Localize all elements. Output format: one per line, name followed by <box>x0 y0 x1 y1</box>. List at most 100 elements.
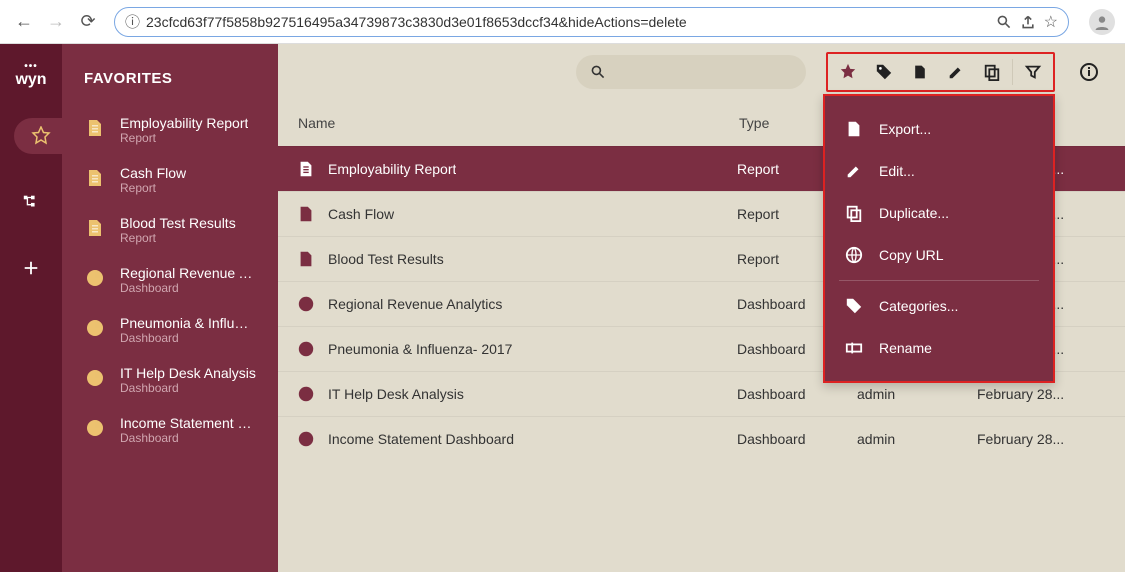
address-bar[interactable]: ⓘ 23cfcd63f77f5858b927516495a34739873c38… <box>114 7 1069 37</box>
sidebar-item[interactable]: Income Statement Dashbo... Dashboard <box>62 405 278 455</box>
sidebar-item-label: IT Help Desk Analysis <box>120 365 256 381</box>
report-icon <box>296 249 316 269</box>
sidebar-title: FAVORITES <box>62 62 278 105</box>
row-name: Cash Flow <box>328 206 394 222</box>
sidebar-item-type: Dashboard <box>120 331 256 345</box>
file-icon <box>845 120 863 138</box>
sidebar-item[interactable]: Employability Report Report <box>62 105 278 155</box>
row-name: Income Statement Dashboard <box>328 431 514 447</box>
context-menu-item[interactable]: Copy URL <box>825 234 1053 276</box>
nav-rail: ••• wyn <box>0 44 62 572</box>
row-updated: February 28... <box>977 386 1107 402</box>
row-type: Dashboard <box>737 431 857 447</box>
browser-toolbar: ← → ⟳ ⓘ 23cfcd63f77f5858b927516495a34739… <box>0 0 1125 44</box>
row-updatedby: admin <box>857 386 977 402</box>
app-logo[interactable]: ••• wyn <box>15 62 46 88</box>
sidebar-item-type: Dashboard <box>120 381 256 395</box>
rail-categories[interactable] <box>13 184 49 220</box>
toolbar-actions-highlight <box>826 52 1055 92</box>
context-menu-item[interactable]: Edit... <box>825 150 1053 192</box>
row-updatedby: admin <box>857 431 977 447</box>
toolbar-filter-button[interactable] <box>1015 54 1051 90</box>
dashboard-icon <box>84 317 106 339</box>
context-menu-item[interactable]: Export... <box>825 108 1053 150</box>
dashboard-icon <box>296 339 316 359</box>
toolbar-favorite-button[interactable] <box>830 54 866 90</box>
sidebar-item[interactable]: Cash Flow Report <box>62 155 278 205</box>
forward-button[interactable]: → <box>42 8 70 36</box>
context-menu-label: Rename <box>879 340 932 356</box>
site-info-icon: ⓘ <box>125 11 140 32</box>
pencil-icon <box>845 162 863 180</box>
dashboard-icon <box>84 367 106 389</box>
duplicate-icon <box>845 204 863 222</box>
row-name: Employability Report <box>328 161 456 177</box>
zoom-icon[interactable] <box>996 14 1012 30</box>
toolbar-edit-button[interactable] <box>938 54 974 90</box>
sidebar-item-label: Regional Revenue Analytics <box>120 265 256 281</box>
dashboard-icon <box>296 429 316 449</box>
context-menu-item[interactable]: Rename <box>825 327 1053 369</box>
profile-avatar[interactable] <box>1089 9 1115 35</box>
search-icon <box>590 64 606 80</box>
share-icon[interactable] <box>1020 14 1036 30</box>
tag-icon <box>845 297 863 315</box>
row-type: Dashboard <box>737 386 857 402</box>
sidebar-item-type: Report <box>120 181 186 195</box>
sidebar-item-type: Dashboard <box>120 431 256 445</box>
rail-favorites[interactable] <box>14 118 62 154</box>
favorites-sidebar: FAVORITES Employability Report Report Ca… <box>62 44 278 572</box>
report-icon <box>296 204 316 224</box>
dashboard-icon <box>84 267 106 289</box>
report-icon <box>84 117 106 139</box>
dashboard-icon <box>84 417 106 439</box>
toolbar-info-button[interactable] <box>1071 54 1107 90</box>
report-icon <box>84 167 106 189</box>
dashboard-icon <box>296 384 316 404</box>
sidebar-item-label: Income Statement Dashbo... <box>120 415 256 431</box>
main-toolbar <box>278 44 1125 100</box>
toolbar-export-button[interactable] <box>902 54 938 90</box>
sidebar-item[interactable]: IT Help Desk Analysis Dashboard <box>62 355 278 405</box>
dashboard-icon <box>296 294 316 314</box>
row-name: Regional Revenue Analytics <box>328 296 502 312</box>
main-panel: Name Type Updated By Updated Employabili… <box>278 44 1125 572</box>
sidebar-item-label: Blood Test Results <box>120 215 236 231</box>
sidebar-item[interactable]: Pneumonia & Influenza- 20... Dashboard <box>62 305 278 355</box>
rename-icon <box>845 339 863 357</box>
reload-button[interactable]: ⟳ <box>74 8 102 36</box>
context-menu-divider <box>839 280 1039 281</box>
toolbar-duplicate-button[interactable] <box>974 54 1010 90</box>
url-text: 23cfcd63f77f5858b927516495a34739873c3830… <box>146 14 990 30</box>
context-menu-label: Duplicate... <box>879 205 949 221</box>
context-menu-label: Edit... <box>879 163 915 179</box>
sidebar-item-label: Pneumonia & Influenza- 20... <box>120 315 256 331</box>
sidebar-item-label: Cash Flow <box>120 165 186 181</box>
sidebar-item-type: Report <box>120 231 236 245</box>
bookmark-star-icon[interactable]: ☆ <box>1044 12 1058 32</box>
toolbar-categories-button[interactable] <box>866 54 902 90</box>
search-input[interactable] <box>576 55 806 89</box>
col-name[interactable]: Name <box>296 115 737 131</box>
context-menu-label: Copy URL <box>879 247 944 263</box>
context-menu-item[interactable]: Duplicate... <box>825 192 1053 234</box>
context-menu-item[interactable]: Categories... <box>825 285 1053 327</box>
sidebar-item-label: Employability Report <box>120 115 248 131</box>
row-name: Pneumonia & Influenza- 2017 <box>328 341 512 357</box>
sidebar-item-type: Dashboard <box>120 281 256 295</box>
context-menu: Export... Edit... Duplicate... Copy URL … <box>823 94 1055 383</box>
globe-icon <box>845 246 863 264</box>
context-menu-label: Categories... <box>879 298 958 314</box>
sidebar-item[interactable]: Blood Test Results Report <box>62 205 278 255</box>
row-name: IT Help Desk Analysis <box>328 386 464 402</box>
table-row[interactable]: Income Statement Dashboard Dashboard adm… <box>278 416 1125 461</box>
report-icon <box>84 217 106 239</box>
row-name: Blood Test Results <box>328 251 444 267</box>
row-updated: February 28... <box>977 431 1107 447</box>
back-button[interactable]: ← <box>10 8 38 36</box>
sidebar-item-type: Report <box>120 131 248 145</box>
report-icon <box>296 159 316 179</box>
sidebar-item[interactable]: Regional Revenue Analytics Dashboard <box>62 255 278 305</box>
context-menu-label: Export... <box>879 121 931 137</box>
rail-create[interactable] <box>13 250 49 286</box>
